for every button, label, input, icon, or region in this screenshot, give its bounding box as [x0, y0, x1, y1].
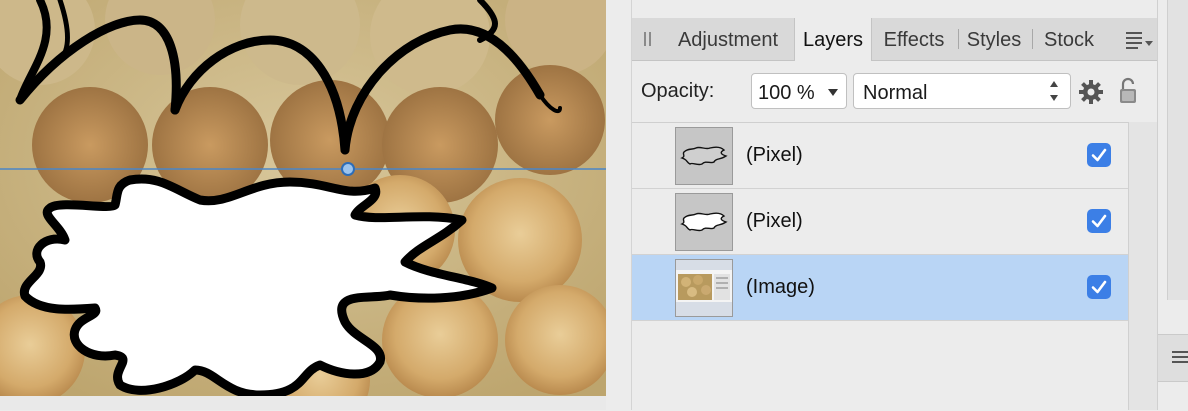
checkbox-checked-icon[interactable]	[1087, 209, 1111, 233]
tab-separator	[958, 29, 959, 49]
layers-scrollbar[interactable]	[1128, 122, 1159, 410]
layer-name: (Pixel)	[746, 144, 803, 166]
panel-grip-icon[interactable]	[644, 32, 652, 46]
tab-adjustment[interactable]: Adjustment	[670, 18, 786, 60]
secondary-panel-strip	[1157, 0, 1188, 410]
blend-mode-value: Normal	[863, 82, 928, 104]
secondary-panel	[1167, 0, 1188, 300]
chevron-down-icon	[828, 89, 838, 96]
layer-thumbnail	[675, 193, 733, 251]
layer-thumbnail	[675, 127, 733, 185]
layer-row-selected[interactable]: (Image)	[632, 255, 1128, 321]
layer-row[interactable]: (Pixel)	[632, 123, 1128, 189]
checkbox-checked-icon[interactable]	[1087, 143, 1111, 167]
tab-stock[interactable]: Stock	[1036, 18, 1102, 60]
layer-row[interactable]: (Pixel)	[632, 189, 1128, 255]
lock-icon[interactable]	[1117, 77, 1143, 103]
opacity-label: Opacity:	[641, 80, 715, 102]
layer-name: (Image)	[746, 276, 815, 298]
layer-options-bar: Opacity: 100 % Normal	[632, 61, 1158, 121]
opacity-dropdown[interactable]: 100 %	[751, 73, 847, 109]
layer-thumbnail	[675, 259, 733, 317]
tab-styles[interactable]: Styles	[962, 18, 1026, 60]
opacity-value: 100 %	[758, 82, 815, 104]
panel-tab-bar: Adjustment Layers Effects Styles Stock	[632, 18, 1158, 61]
layer-name: (Pixel)	[746, 210, 803, 232]
checkbox-checked-icon[interactable]	[1087, 275, 1111, 299]
tab-layers[interactable]: Layers	[794, 18, 872, 61]
panel-menu-icon[interactable]	[1126, 30, 1154, 50]
layers-list: (Pixel) (Pixel) (Image)	[632, 122, 1128, 411]
guide-handle[interactable]	[341, 162, 355, 176]
tab-effects[interactable]: Effects	[876, 18, 952, 60]
layers-studio-panel: Adjustment Layers Effects Styles Stock O…	[631, 0, 1159, 411]
settings-gear-icon[interactable]	[1078, 79, 1104, 105]
canvas-margin	[0, 396, 606, 410]
stepper-arrows-icon	[1050, 81, 1060, 103]
document-canvas[interactable]	[0, 0, 606, 396]
panel-gap	[606, 0, 631, 410]
blend-mode-select[interactable]: Normal	[853, 73, 1071, 109]
canvas-artwork	[0, 0, 606, 396]
secondary-panel-menu[interactable]	[1158, 334, 1188, 382]
tab-separator	[1032, 29, 1033, 49]
